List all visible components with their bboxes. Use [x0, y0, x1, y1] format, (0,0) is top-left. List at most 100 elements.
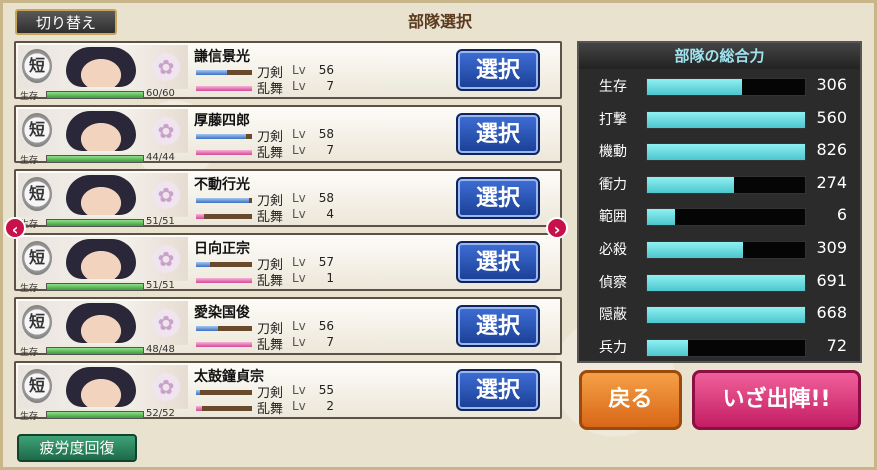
page-title: 部隊選択: [407, 12, 472, 31]
dance-level: 7: [326, 335, 334, 349]
dance-lv-tag: Lv: [292, 79, 306, 93]
unit-row[interactable]: ✿ 短 生存 52/52 太鼓鐘貞宗 刀剣 Lv 55 乱舞 Lv 2 選択: [14, 361, 562, 422]
stat-value: 560: [816, 107, 847, 127]
stat-bar: [646, 110, 806, 129]
stat-row: 必殺 309: [579, 236, 860, 260]
stat-bar-fill: [647, 274, 805, 291]
dance-xp-bar: [196, 86, 252, 91]
stat-label: 兵力: [599, 339, 627, 356]
unit-name: 不動行光: [194, 177, 250, 193]
unit-name: 愛染国俊: [194, 305, 250, 321]
select-button[interactable]: 選択: [456, 113, 540, 155]
character-face-icon: [66, 47, 136, 87]
hp-label: 生存: [20, 284, 39, 294]
sakura-crest-icon: ✿: [152, 53, 180, 81]
unit-name: 太鼓鐘貞宗: [194, 369, 264, 385]
sword-xp-fill: [196, 134, 247, 139]
select-button[interactable]: 選択: [456, 49, 540, 91]
unit-row[interactable]: ✿ 短 生存 44/44 厚藤四郎 刀剣 Lv 58 乱舞 Lv 7 選択: [14, 105, 562, 166]
hp-bar: [46, 347, 144, 355]
hp-value: 48/48: [146, 344, 175, 355]
unit-row[interactable]: ✿ 短 生存 51/51 不動行光 刀剣 Lv 58 乱舞 Lv 4 選択: [14, 169, 562, 230]
character-face-icon: [66, 367, 136, 407]
short-sword-type-badge: 短: [22, 113, 52, 147]
unit-row[interactable]: ✿ 短 生存 48/48 愛染国俊 刀剣 Lv 56 乱舞 Lv 7 選択: [14, 297, 562, 358]
stat-row: 打撃 560: [579, 106, 860, 130]
stats-title: 部隊の総合力: [579, 43, 860, 69]
dance-label: 乱舞: [257, 146, 284, 161]
sortie-button[interactable]: いざ出陣!!: [692, 370, 861, 430]
unit-name: 厚藤四郎: [194, 113, 250, 129]
switch-button[interactable]: 切り替え: [15, 9, 117, 35]
stat-label: 偵察: [599, 274, 627, 291]
sword-lv-tag: Lv: [292, 383, 306, 397]
character-face-icon: [66, 303, 136, 343]
hp-label: 生存: [20, 348, 39, 358]
sword-level: 55: [318, 383, 334, 397]
stat-label: 機動: [599, 144, 627, 161]
character-face-icon: [66, 239, 136, 279]
dance-xp-bar: [196, 342, 252, 347]
dance-lv-tag: Lv: [292, 335, 306, 349]
stat-bar-fill: [647, 307, 805, 324]
sword-xp-bar: [196, 70, 252, 75]
sakura-crest-icon: ✿: [152, 309, 180, 337]
stat-label: 必殺: [599, 242, 627, 258]
unit-list: ✿ 短 生存 60/60 謙信景光 刀剣 Lv 56 乱舞 Lv 7 選択 ✿ …: [14, 41, 562, 425]
dance-xp-fill: [196, 214, 205, 219]
sakura-crest-icon: ✿: [152, 117, 180, 145]
stat-label: 衝力: [599, 176, 627, 193]
hp-bar-fill: [47, 348, 143, 354]
sword-xp-bar: [196, 326, 252, 331]
stat-bar: [646, 338, 806, 357]
sword-xp-bar: [196, 198, 252, 203]
hp-bar: [46, 283, 144, 291]
hp-bar: [46, 411, 144, 419]
dance-level: 7: [326, 79, 334, 93]
hp-bar: [46, 155, 144, 163]
sword-level: 56: [318, 63, 334, 77]
hp-label: 生存: [20, 156, 39, 166]
unit-row[interactable]: ✿ 短 生存 60/60 謙信景光 刀剣 Lv 56 乱舞 Lv 7 選択: [14, 41, 562, 102]
dance-level: 7: [326, 143, 334, 157]
dance-lv-tag: Lv: [292, 271, 306, 285]
dance-level: 1: [326, 271, 334, 285]
unit-name: 日向正宗: [194, 241, 250, 257]
hp-bar-fill: [47, 92, 143, 98]
stat-label: 隠蔽: [599, 307, 627, 324]
stat-row: 兵力 72: [579, 334, 860, 358]
next-page-arrow[interactable]: ›: [546, 217, 568, 239]
select-button[interactable]: 選択: [456, 369, 540, 411]
dance-label: 乱舞: [257, 210, 284, 225]
sakura-crest-icon: ✿: [152, 373, 180, 401]
hp-label: 生存: [20, 92, 39, 102]
stat-bar: [646, 143, 806, 162]
select-button[interactable]: 選択: [456, 177, 540, 219]
dance-level: 2: [326, 399, 334, 413]
stat-label: 範囲: [599, 209, 627, 226]
unit-row[interactable]: ✿ 短 生存 51/51 日向正宗 刀剣 Lv 57 乱舞 Lv 1 選択: [14, 233, 562, 294]
fatigue-recovery-button[interactable]: 疲労度回復: [17, 434, 137, 462]
stat-bar-fill: [647, 209, 676, 226]
short-sword-type-badge: 短: [22, 177, 52, 211]
hp-value: 52/52: [146, 408, 175, 419]
stat-bar-fill: [647, 144, 805, 161]
stat-label: 打撃: [599, 111, 627, 128]
hp-bar: [46, 91, 144, 99]
sakura-crest-icon: ✿: [152, 181, 180, 209]
hp-label: 生存: [20, 412, 39, 422]
dance-xp-bar: [196, 150, 252, 155]
prev-page-arrow[interactable]: ‹: [4, 217, 26, 239]
unit-name: 謙信景光: [194, 49, 250, 65]
character-face-icon: [66, 111, 136, 151]
select-button[interactable]: 選択: [456, 305, 540, 347]
back-button[interactable]: 戻る: [579, 370, 682, 430]
sword-xp-fill: [196, 326, 219, 331]
stat-row: 生存 306: [579, 73, 860, 97]
select-button[interactable]: 選択: [456, 241, 540, 283]
stat-bar-fill: [647, 242, 744, 258]
stat-bar-fill: [647, 111, 805, 128]
stat-bar: [646, 273, 806, 292]
dance-xp-bar: [196, 278, 252, 283]
stat-row: 隠蔽 668: [579, 301, 860, 325]
